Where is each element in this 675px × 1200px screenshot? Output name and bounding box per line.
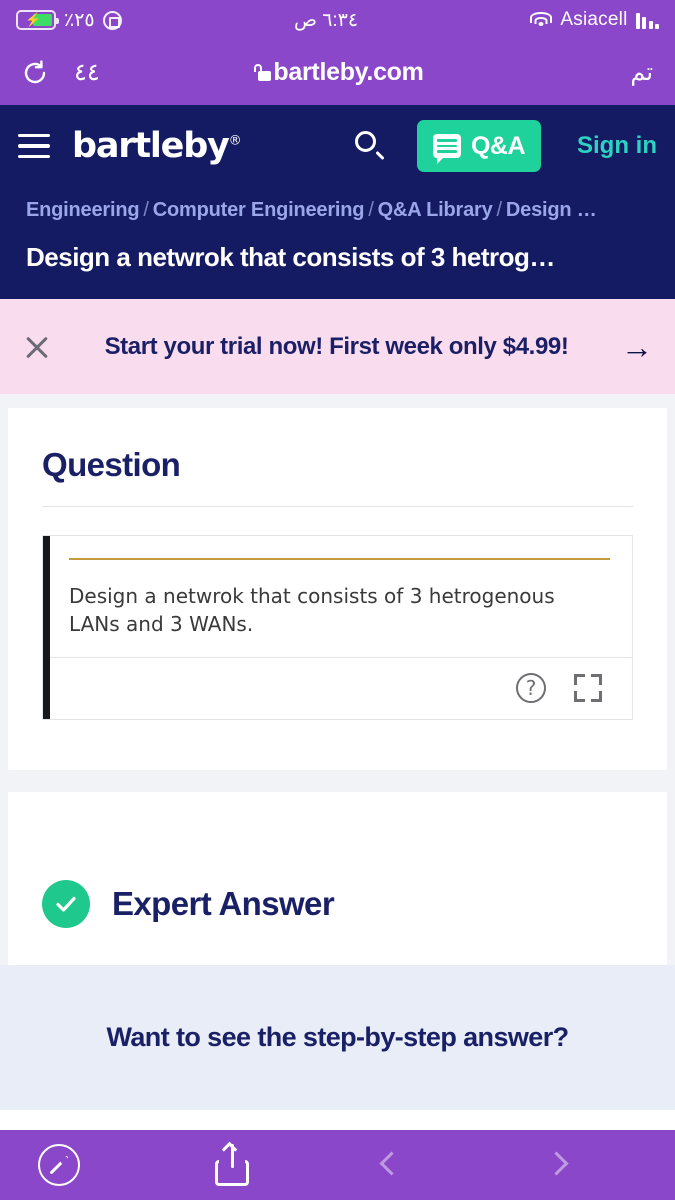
reload-icon[interactable] xyxy=(22,59,48,86)
status-bar-clock: ٦:٣٤ ص xyxy=(293,9,359,31)
tab-count-label[interactable]: ٤٤ xyxy=(74,58,100,87)
battery-charging-icon: ⚡ xyxy=(16,10,59,30)
question-heading: Question xyxy=(42,446,181,483)
search-icon[interactable] xyxy=(354,131,385,161)
share-icon[interactable] xyxy=(215,1141,249,1186)
breadcrumb-item-engineering[interactable]: Engineering xyxy=(26,199,140,221)
card-gap xyxy=(0,770,675,792)
promo-text: Start your trial now! First week only $4… xyxy=(104,332,569,360)
status-bar-right: Asiacell xyxy=(530,9,659,31)
logo-text: bartleby xyxy=(72,126,230,166)
sign-in-link[interactable]: Sign in xyxy=(577,132,657,160)
promo-banner: Start your trial now! First week only $4… xyxy=(0,299,675,394)
arrow-right-icon[interactable]: → xyxy=(621,331,653,363)
lock-icon xyxy=(251,64,271,81)
close-icon[interactable] xyxy=(22,332,52,362)
expert-answer-card: Expert Answer xyxy=(8,792,667,965)
qa-button[interactable]: Q&A xyxy=(416,120,541,172)
breadcrumb-item-current[interactable]: Design … xyxy=(506,199,597,221)
hamburger-menu-icon[interactable] xyxy=(18,133,50,159)
speech-bubble-icon xyxy=(432,134,461,164)
breadcrumb-separator: / xyxy=(368,199,374,221)
url-text[interactable]: bartleby.com xyxy=(273,58,423,87)
question-card: Question Design a netwrok that consists … xyxy=(8,408,667,770)
gold-divider xyxy=(69,558,610,560)
mobile-screen: ⚡ ٪٢٥ ٦:٣٤ ص Asiacell ٤٤ bartleby.com تم… xyxy=(0,0,675,1200)
url-display[interactable]: bartleby.com xyxy=(0,58,675,87)
question-box-footer: ? xyxy=(43,656,632,719)
check-circle-icon xyxy=(42,880,90,928)
question-accent-bar xyxy=(43,536,50,719)
browser-bottom-toolbar xyxy=(0,1130,675,1200)
bartleby-logo[interactable]: bartleby® xyxy=(72,126,242,166)
page-content: Question Design a netwrok that consists … xyxy=(0,394,675,1110)
page-title: Design a netwrok that consists of 3 hetr… xyxy=(26,242,555,272)
rotation-lock-icon xyxy=(102,10,122,30)
breadcrumb: Engineering / Computer Engineering / Q&A Lib… xyxy=(26,199,649,222)
expert-answer-title: Expert Answer xyxy=(112,885,335,922)
chevron-right-icon[interactable] xyxy=(544,1146,570,1184)
url-bar-left: ٤٤ xyxy=(22,58,100,87)
step-by-step-prompt[interactable]: Want to see the step-by-step answer? xyxy=(0,965,675,1110)
question-content-box: Design a netwrok that consists of 3 hetr… xyxy=(42,535,633,720)
browser-url-bar: ٤٤ bartleby.com تم xyxy=(0,40,675,105)
breadcrumb-separator: / xyxy=(143,199,149,221)
ios-status-bar: ⚡ ٪٢٥ ٦:٣٤ ص Asiacell xyxy=(0,0,675,40)
breadcrumb-header: Engineering / Computer Engineering / Q&A Lib… xyxy=(0,187,675,299)
battery-percent-label: ٪٢٥ xyxy=(64,9,95,31)
question-text: Design a netwrok that consists of 3 hetr… xyxy=(69,584,555,637)
breadcrumb-item-computer-engineering[interactable]: Computer Engineering xyxy=(153,199,365,221)
carrier-label: Asiacell xyxy=(560,9,628,30)
site-navbar: bartleby® Q&A Sign in xyxy=(0,105,675,187)
qa-button-label: Q&A xyxy=(470,131,526,160)
expand-fullscreen-icon[interactable] xyxy=(574,674,602,703)
divider xyxy=(42,506,633,507)
status-bar-left: ⚡ ٪٢٥ xyxy=(16,9,122,32)
breadcrumb-separator: / xyxy=(496,199,503,221)
step-by-step-text: Want to see the step-by-step answer? xyxy=(106,1022,570,1052)
help-circle-icon[interactable]: ? xyxy=(516,673,546,704)
question-body: Design a netwrok that consists of 3 hetr… xyxy=(43,536,632,657)
safari-compass-icon[interactable] xyxy=(38,1144,80,1186)
done-button[interactable]: تم xyxy=(630,58,653,87)
chevron-left-icon[interactable] xyxy=(379,1146,404,1184)
expert-answer-header: Expert Answer xyxy=(42,880,633,928)
signal-bars-icon xyxy=(635,11,659,29)
wifi-icon xyxy=(530,11,553,29)
breadcrumb-item-qa-library[interactable]: Q&A Library xyxy=(378,199,493,221)
registered-mark: ® xyxy=(228,133,242,149)
